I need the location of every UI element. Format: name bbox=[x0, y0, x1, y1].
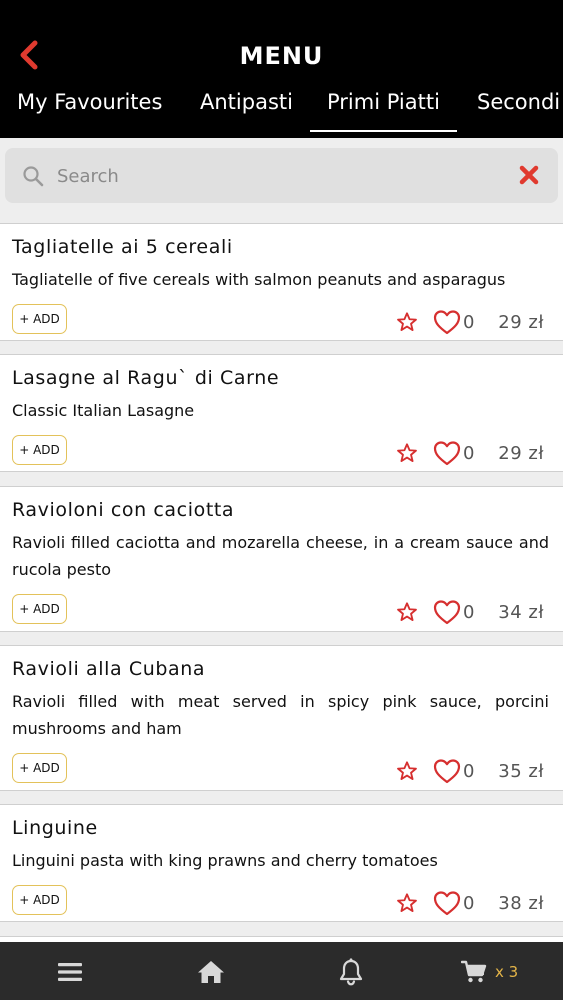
heart-icon[interactable] bbox=[433, 758, 461, 784]
item-name: Linguine bbox=[12, 817, 98, 839]
close-icon[interactable] bbox=[518, 164, 540, 186]
list-item: Ravioli alla Cubana Ravioli filled with … bbox=[0, 645, 563, 791]
list-item: Linguine Linguini pasta with king prawns… bbox=[0, 804, 563, 922]
star-icon[interactable] bbox=[396, 760, 418, 782]
add-button[interactable]: + ADD bbox=[12, 753, 67, 783]
home-icon bbox=[198, 961, 224, 983]
item-description: Ravioli filled with meat served in spicy… bbox=[12, 692, 549, 738]
item-description: Tagliatelle of five cereals with salmon … bbox=[12, 270, 506, 289]
hamburger-icon bbox=[58, 963, 82, 981]
item-price: 34 zł bbox=[498, 602, 544, 623]
like-count: 0 bbox=[463, 761, 475, 782]
tab-antipasti[interactable]: Antipasti bbox=[200, 90, 293, 114]
list-item: Tagliatelle ai 5 cereali Tagliatelle of … bbox=[0, 223, 563, 341]
like-count: 0 bbox=[463, 893, 475, 914]
heart-icon[interactable] bbox=[433, 309, 461, 335]
cart-button[interactable]: x 3 bbox=[461, 958, 518, 986]
like-count: 0 bbox=[463, 312, 475, 333]
bottom-nav: x 3 bbox=[0, 942, 563, 1000]
heart-icon[interactable] bbox=[433, 440, 461, 466]
star-icon[interactable] bbox=[396, 311, 418, 333]
list-item: Ravioloni con caciotta Ravioli filled ca… bbox=[0, 486, 563, 632]
notifications-button[interactable] bbox=[338, 958, 364, 986]
heart-icon[interactable] bbox=[433, 890, 461, 916]
add-button[interactable]: + ADD bbox=[12, 435, 67, 465]
cart-icon bbox=[461, 960, 487, 983]
item-name: Ravioloni con caciotta bbox=[12, 499, 235, 521]
item-description: Classic Italian Lasagne bbox=[12, 401, 195, 420]
item-name: Ravioli alla Cubana bbox=[12, 658, 206, 680]
item-description: Ravioli filled caciotta and mozarella ch… bbox=[12, 533, 549, 579]
heart-icon[interactable] bbox=[433, 599, 461, 625]
item-price: 38 zł bbox=[498, 893, 544, 914]
home-button[interactable] bbox=[197, 958, 225, 986]
like-count: 0 bbox=[463, 443, 475, 464]
page-title: MENU bbox=[239, 42, 324, 70]
bell-icon bbox=[339, 958, 363, 986]
search-icon bbox=[23, 166, 44, 187]
item-name: Lasagne al Ragu` di Carne bbox=[12, 367, 280, 389]
item-price: 35 zł bbox=[498, 761, 544, 782]
add-button[interactable]: + ADD bbox=[12, 885, 67, 915]
add-button[interactable]: + ADD bbox=[12, 304, 67, 334]
item-name: Tagliatelle ai 5 cereali bbox=[12, 236, 233, 258]
item-price: 29 zł bbox=[498, 312, 544, 333]
list-item: Lasagne al Ragu` di Carne Classic Italia… bbox=[0, 354, 563, 472]
tab-primi-piatti[interactable]: Primi Piatti bbox=[310, 90, 457, 132]
tab-secondi[interactable]: Secondi bbox=[477, 90, 560, 114]
tab-my-favourites[interactable]: My Favourites bbox=[17, 90, 162, 114]
item-price: 29 zł bbox=[498, 443, 544, 464]
menu-button[interactable] bbox=[58, 958, 82, 986]
search-bar bbox=[5, 148, 558, 203]
search-input[interactable] bbox=[57, 156, 497, 196]
item-description: Linguini pasta with king prawns and cher… bbox=[12, 851, 438, 870]
add-button[interactable]: + ADD bbox=[12, 594, 67, 624]
star-icon[interactable] bbox=[396, 442, 418, 464]
cart-count: x 3 bbox=[495, 963, 519, 981]
app-header: MENU My Favourites Antipasti Primi Piatt… bbox=[0, 0, 563, 138]
like-count: 0 bbox=[463, 602, 475, 623]
star-icon[interactable] bbox=[396, 601, 418, 623]
category-tabs: My Favourites Antipasti Primi Piatti Sec… bbox=[0, 84, 563, 138]
star-icon[interactable] bbox=[396, 892, 418, 914]
